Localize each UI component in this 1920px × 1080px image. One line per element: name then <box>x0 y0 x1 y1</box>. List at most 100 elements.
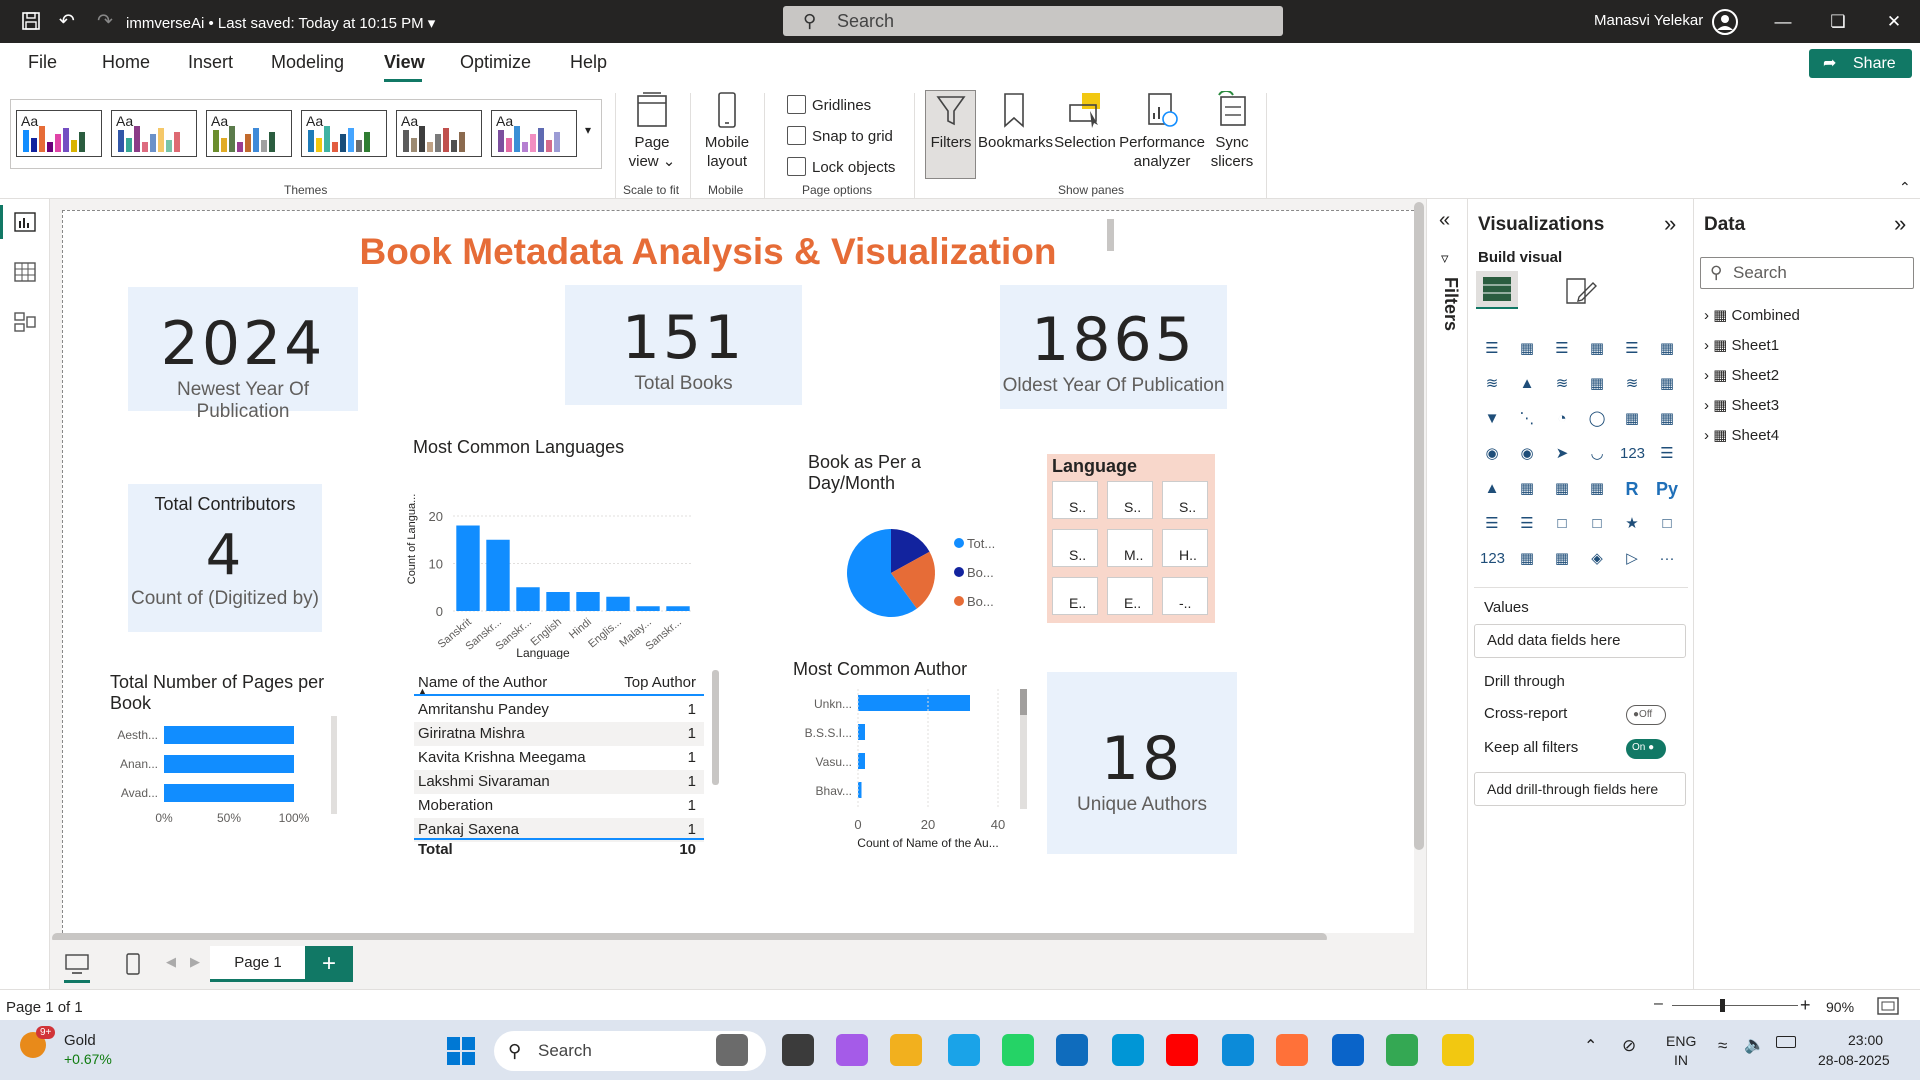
day-month-pie-chart[interactable]: Tot... Bo... Bo... <box>823 516 1023 626</box>
hp-icon[interactable] <box>1112 1034 1144 1066</box>
chevron-right-icon[interactable]: › <box>1704 397 1713 414</box>
model-view-icon[interactable] <box>13 311 37 333</box>
tray-chevron-icon[interactable]: ⌃ <box>1584 1036 1597 1056</box>
wifi-icon[interactable]: ≈ <box>1718 1036 1727 1056</box>
stock-name[interactable]: Gold <box>64 1032 96 1049</box>
line-column-icon[interactable]: ▦ <box>1585 372 1609 396</box>
redo-icon[interactable]: ↷ <box>94 11 116 33</box>
stacked-column-icon[interactable]: ▦ <box>1515 337 1539 361</box>
table-node-sheet2[interactable]: › ▦ Sheet2 <box>1704 366 1779 384</box>
add-page-button[interactable]: + <box>305 946 353 982</box>
stacked-bar-icon[interactable]: ☰ <box>1480 337 1504 361</box>
copilot-icon[interactable] <box>836 1034 868 1066</box>
edge-icon[interactable] <box>1222 1034 1254 1066</box>
canvas-vertical-scrollbar[interactable] <box>1414 202 1424 850</box>
slicer-tile[interactable]: M.. <box>1107 529 1153 567</box>
table-node-sheet1[interactable]: › ▦ Sheet1 <box>1704 336 1779 354</box>
network-off-icon[interactable]: ⊘ <box>1622 1036 1636 1056</box>
expand-filters-icon[interactable]: « <box>1439 209 1450 232</box>
avatar-icon[interactable] <box>1712 9 1738 35</box>
build-visual-tab[interactable] <box>1476 271 1518 309</box>
collapse-ribbon-icon[interactable]: ⌃ <box>1899 179 1911 196</box>
copilot-app-icon[interactable] <box>716 1034 748 1066</box>
collapse-data-icon[interactable]: » <box>1894 211 1906 237</box>
narrative-icon[interactable]: □ <box>1585 512 1609 536</box>
clustered-bar-icon[interactable]: ☰ <box>1550 337 1574 361</box>
lang-region[interactable]: IN <box>1674 1052 1688 1068</box>
gallery-more-icon[interactable]: ▾ <box>585 123 591 137</box>
maximize-icon[interactable]: ❏ <box>1823 9 1853 35</box>
paginated-icon[interactable]: □ <box>1655 512 1679 536</box>
slicer-tile[interactable]: S.. <box>1052 529 1098 567</box>
close-icon[interactable]: ✕ <box>1879 9 1909 35</box>
table-node-sheet4[interactable]: › ▦ Sheet4 <box>1704 426 1779 444</box>
keep-filters-toggle[interactable]: On ● <box>1626 739 1666 759</box>
zoom-slider[interactable] <box>1672 1005 1798 1006</box>
format-visual-icon[interactable] <box>1563 275 1597 307</box>
mobile-layout-icon[interactable] <box>125 952 141 976</box>
selection-pane-button[interactable]: Selection <box>1053 91 1117 152</box>
task-view-icon[interactable] <box>782 1034 814 1066</box>
gauge-icon[interactable]: ◡ <box>1585 442 1609 466</box>
page-tab-page-1[interactable]: Page 1 <box>210 946 306 982</box>
bookmarks-pane-button[interactable]: Bookmarks <box>978 91 1053 152</box>
treemap-icon[interactable]: ▦ <box>1620 407 1644 431</box>
minimize-icon[interactable]: — <box>1768 9 1798 35</box>
slicer-icon[interactable]: ▦ <box>1515 477 1539 501</box>
donut-icon[interactable]: ◯ <box>1585 407 1609 431</box>
table-row[interactable]: Moberation 1 <box>414 794 704 818</box>
languages-bar-chart[interactable]: Count of Langua...01020SanskritSanskr...… <box>403 459 703 659</box>
col-top-author-header[interactable]: Top Author <box>624 674 696 691</box>
snap-to-grid-checkbox[interactable]: Snap to grid <box>787 126 893 147</box>
clustered-column-icon[interactable]: ▦ <box>1585 337 1609 361</box>
clock-date[interactable]: 28-08-2025 <box>1818 1052 1890 1068</box>
report-view-icon[interactable] <box>13 211 37 233</box>
filters-pane-button[interactable]: Filters <box>927 91 975 152</box>
chevron-right-icon[interactable]: › <box>1704 337 1713 354</box>
zoom-in-icon[interactable]: + <box>1800 995 1811 1016</box>
slicer-tile[interactable]: S.. <box>1052 481 1098 519</box>
pages-bar-chart[interactable]: Aesth... Anan... Avad... 0% 50% 100% <box>108 716 348 846</box>
slicer-tile[interactable]: -.. <box>1162 577 1208 615</box>
microsoft-store-icon[interactable] <box>1056 1034 1088 1066</box>
firefox-icon[interactable] <box>1276 1034 1308 1066</box>
filters-pane-collapsed[interactable]: « ▿ Filters <box>1426 199 1468 989</box>
custom-visual-icon[interactable]: ▦ <box>1550 547 1574 571</box>
100-column-icon[interactable]: ▦ <box>1655 337 1679 361</box>
file-explorer-icon[interactable] <box>890 1034 922 1066</box>
search-box[interactable]: ⚲ Search <box>783 6 1283 36</box>
chevron-right-icon[interactable]: › <box>1704 307 1713 324</box>
menu-optimize[interactable]: Optimize <box>460 52 531 73</box>
title-scrollbar[interactable] <box>1107 219 1114 251</box>
chevron-right-icon[interactable]: › <box>1704 367 1713 384</box>
collapse-visualizations-icon[interactable]: » <box>1664 211 1676 237</box>
values-drop-zone[interactable]: Add data fields here <box>1474 624 1686 658</box>
menu-help[interactable]: Help <box>570 52 607 73</box>
total-contributors-card[interactable]: Total Contributors 4 Count of (Digitized… <box>128 484 322 632</box>
azure-map-icon[interactable]: ➤ <box>1550 442 1574 466</box>
cross-report-toggle[interactable]: ●Off <box>1626 705 1666 725</box>
menu-home[interactable]: Home <box>102 52 150 73</box>
table-row[interactable]: Kavita Krishna Meegama 1 <box>414 746 704 770</box>
filled-map-icon[interactable]: ◉ <box>1515 442 1539 466</box>
user-name[interactable]: Manasvi Yelekar <box>1594 12 1703 29</box>
goals-icon[interactable]: ★ <box>1620 512 1644 536</box>
file-title[interactable]: immverseAi • Last saved: Today at 10:15 … <box>126 14 435 32</box>
key-influencers-icon[interactable]: ☰ <box>1480 512 1504 536</box>
qa-icon[interactable]: □ <box>1550 512 1574 536</box>
clock-time[interactable]: 23:00 <box>1848 1032 1883 1048</box>
card-icon[interactable]: 123 <box>1620 442 1645 466</box>
newest-year-card[interactable]: 2024 Newest Year Of Publication <box>128 287 358 422</box>
menu-modeling[interactable]: Modeling <box>271 52 344 73</box>
stacked-area-icon[interactable]: ≋ <box>1550 372 1574 396</box>
menu-file[interactable]: File <box>28 52 57 73</box>
drill-through-drop-zone[interactable]: Add drill-through fields here <box>1474 772 1686 806</box>
table-view-icon[interactable] <box>13 261 37 283</box>
save-icon[interactable] <box>20 11 42 33</box>
ribbon-icon[interactable]: ≋ <box>1620 372 1644 396</box>
map-icon[interactable]: ◉ <box>1480 442 1504 466</box>
area-icon[interactable]: ▲ <box>1515 372 1539 396</box>
power-automate-icon[interactable]: ▷ <box>1620 547 1644 571</box>
matrix-icon[interactable]: ▦ <box>1655 407 1679 431</box>
unique-authors-card[interactable]: 18 Unique Authors <box>1047 672 1237 854</box>
